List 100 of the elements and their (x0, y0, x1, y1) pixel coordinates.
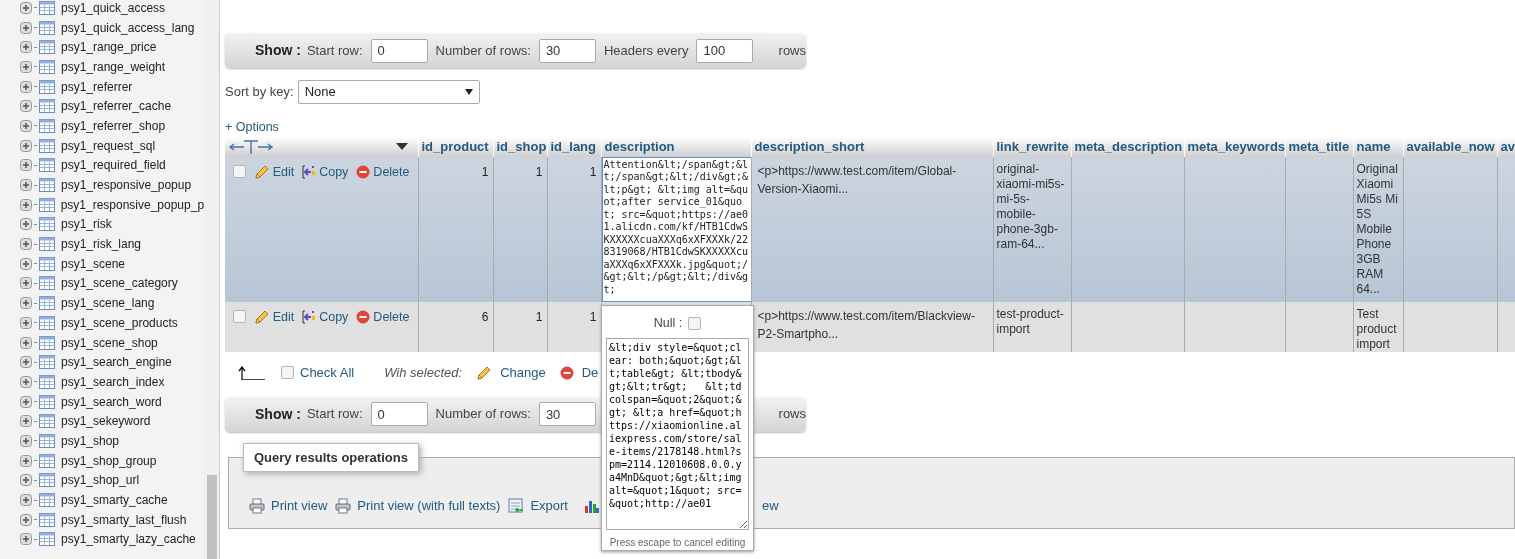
sidebar-item[interactable]: psy1_smarty_cache (61, 491, 168, 510)
value-editor[interactable]: &lt;div style=&quot;clear: both;&quot;&gt;&lt;table&gt; &lt;tbody&gt;&lt;tr&gt; &lt;td colspan=&quot;2&quot;&gt; &lt;a href=&quot;https://xiaomionline.aliexpress.com/store/sale-items/2178148.html?spm=2114.12010608.0.0.ya4MnD&quot;&gt;&lt;img alt=&quot;1&quot; src=&quot;http://ae01 (606, 337, 749, 530)
column-header[interactable]: name (1353, 137, 1403, 157)
sidebar-item[interactable]: psy1_scene_lang (61, 294, 155, 313)
expand-icon[interactable] (20, 100, 32, 113)
sidebar-item[interactable]: psy1_search_engine (61, 353, 172, 372)
number-field[interactable]: 100 (696, 38, 754, 63)
column-header[interactable]: meta_title (1285, 137, 1353, 157)
expand-icon[interactable] (20, 395, 32, 408)
sidebar-item[interactable]: psy1_shop_url (61, 471, 140, 490)
row-action-link[interactable]: Delete (356, 307, 410, 327)
checkbox[interactable] (233, 165, 246, 179)
expand-icon[interactable] (20, 60, 32, 73)
bulk-action-link[interactable]: De (559, 362, 599, 383)
checkbox[interactable] (688, 316, 702, 330)
column-header[interactable]: meta_description (1071, 137, 1184, 157)
description-editor[interactable]: Attention&lt;/span&gt;&lt;/span&gt;&lt;/div&gt;&lt;p&gt; &lt;img alt=&quot;after service_01&quot; src=&quot;https://ae01.alicdn.com/kf/HTB1CdwSKXXXXXcuaXXXq6xXFXXXk/228319068/HTB1CdwSKXXXXXcuaXXXq6xXFXXXk.jpg&quot;/&gt;&lt;/p&gt;&lt;/div&gt; (601, 156, 752, 302)
check-all-label[interactable]: Check All (300, 362, 355, 383)
expand-icon[interactable] (20, 277, 32, 290)
number-field[interactable]: 0 (370, 402, 428, 426)
expand-icon[interactable] (20, 159, 32, 172)
sidebar-item[interactable]: psy1_scene_products (61, 313, 178, 332)
sidebar-item[interactable]: psy1_search_index (61, 372, 165, 391)
operation-link[interactable]: Print view (with full texts) (335, 496, 501, 516)
expand-icon[interactable] (20, 316, 32, 329)
checkbox[interactable] (281, 366, 294, 379)
column-header[interactable]: available_now (1403, 137, 1497, 157)
expand-icon[interactable] (20, 474, 32, 487)
sort-triangle-icon[interactable] (395, 143, 408, 151)
copy-icon (302, 163, 317, 180)
sidebar-item[interactable]: psy1_search_word (61, 392, 162, 411)
number-field[interactable]: 30 (538, 38, 596, 63)
row-action-link[interactable]: Edit (253, 162, 295, 182)
operation-link[interactable]: Print view (249, 496, 328, 516)
expand-icon[interactable] (20, 375, 32, 388)
expand-icon[interactable] (20, 198, 32, 211)
expand-icon[interactable] (20, 1, 32, 14)
expand-icon[interactable] (20, 297, 32, 310)
sort-select[interactable]: None (297, 80, 480, 104)
sidebar-item[interactable]: psy1_sekeyword (61, 412, 151, 431)
column-header[interactable]: av (1497, 137, 1515, 157)
scrollbar-thumb[interactable] (206, 475, 217, 559)
row-action-link[interactable]: Edit (253, 307, 295, 327)
sidebar-item[interactable]: psy1_responsive_popup_p (60, 195, 205, 214)
checkbox[interactable] (233, 310, 246, 324)
expand-icon[interactable] (20, 356, 32, 369)
expand-icon[interactable] (20, 257, 32, 270)
expand-icon[interactable] (20, 80, 32, 93)
expand-icon[interactable] (20, 454, 32, 467)
sidebar-item[interactable]: psy1_smarty_lazy_cache (61, 530, 196, 549)
expand-icon[interactable] (20, 494, 32, 507)
operation-link[interactable]: ew (762, 496, 779, 516)
sidebar-item[interactable]: psy1_referrer_cache (61, 97, 172, 116)
column-resize-icon[interactable] (229, 139, 273, 154)
sidebar-item[interactable]: psy1_shop (61, 431, 120, 450)
expand-icon[interactable] (20, 533, 32, 546)
row-action-link[interactable]: Copy (302, 162, 349, 182)
sidebar-item[interactable]: psy1_quick_access (61, 0, 166, 17)
expand-icon[interactable] (20, 179, 32, 192)
sidebar-item[interactable]: psy1_range_price (61, 38, 157, 57)
expand-icon[interactable] (20, 434, 32, 447)
sidebar-item[interactable]: psy1_risk (61, 215, 112, 234)
column-header[interactable]: id_lang (547, 137, 601, 157)
row-action-link[interactable]: Delete (356, 162, 410, 182)
sidebar-item[interactable]: psy1_quick_access_lang (61, 18, 195, 37)
column-header[interactable]: meta_keywords (1184, 137, 1285, 157)
table-icon (39, 138, 55, 153)
sidebar-item[interactable]: psy1_referrer (61, 77, 133, 96)
expand-icon[interactable] (20, 238, 32, 251)
sidebar-item[interactable]: psy1_shop_group (61, 451, 157, 470)
sidebar-item[interactable]: psy1_smarty_last_flush (61, 510, 187, 529)
operation-link[interactable]: Export (508, 496, 568, 516)
expand-icon[interactable] (20, 218, 32, 231)
sidebar-item[interactable]: psy1_scene (61, 254, 126, 273)
sidebar-item[interactable]: psy1_risk_lang (61, 235, 142, 254)
table-row[interactable] (225, 156, 1515, 302)
expand-icon[interactable] (20, 41, 32, 54)
expand-icon[interactable] (20, 336, 32, 349)
expand-icon[interactable] (20, 513, 32, 526)
column-header[interactable]: description_short (751, 137, 993, 157)
number-field[interactable]: 30 (538, 402, 596, 426)
expand-icon[interactable] (20, 21, 32, 34)
sidebar-item[interactable]: psy1_range_weight (61, 57, 166, 76)
expand-icon[interactable] (20, 119, 32, 132)
column-header[interactable]: id_shop (493, 137, 547, 157)
number-field[interactable]: 0 (370, 38, 428, 63)
expand-icon[interactable] (20, 415, 32, 428)
row-action-link[interactable]: Copy (302, 307, 349, 327)
sidebar-item[interactable]: psy1_referrer_shop (61, 116, 166, 135)
bulk-action-link[interactable]: Change (476, 362, 546, 383)
column-header[interactable]: id_product (418, 137, 493, 157)
options-link[interactable]: + Options (225, 117, 279, 137)
column-header[interactable]: description (601, 137, 751, 157)
sidebar-item[interactable]: psy1_scene_shop (61, 333, 158, 352)
sidebar-item[interactable]: psy1_scene_category (61, 274, 178, 293)
sidebar-item[interactable]: psy1_request_sql (61, 136, 156, 155)
sidebar-item[interactable]: psy1_required_field (61, 156, 166, 175)
sidebar-item[interactable]: psy1_responsive_popup (61, 176, 192, 195)
expand-icon[interactable] (20, 139, 32, 152)
column-header[interactable]: link_rewrite (993, 137, 1071, 157)
